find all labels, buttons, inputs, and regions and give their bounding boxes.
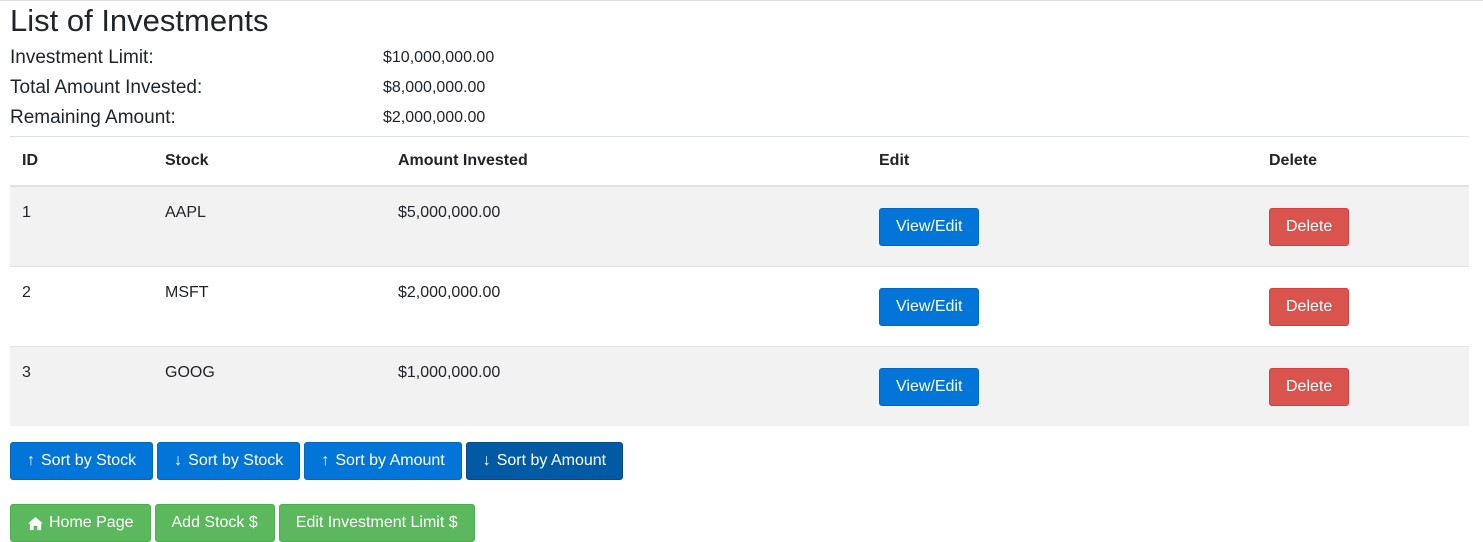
cell-stock: MSFT bbox=[153, 266, 386, 347]
investment-limit-label: Investment Limit: bbox=[10, 47, 154, 68]
total-invested-value: $8,000,000.00 bbox=[383, 79, 486, 96]
arrow-down-icon: ↓ bbox=[174, 452, 183, 469]
investment-summary: Investment Limit: $10,000,000.00 Total A… bbox=[10, 43, 1469, 133]
arrow-up-icon: ↑ bbox=[27, 452, 35, 469]
sort-stock-desc-label: Sort by Stock bbox=[188, 452, 284, 469]
page-container: List of Investments Investment Limit: $1… bbox=[0, 1, 1483, 542]
cell-delete: Delete bbox=[1257, 185, 1469, 267]
home-icon bbox=[28, 516, 43, 530]
cell-edit: View/Edit bbox=[867, 266, 1257, 347]
table-header: ID Stock Amount Invested Edit Delete bbox=[10, 137, 1469, 187]
table-row: 3 GOOG $1,000,000.00 View/Edit Delete bbox=[10, 346, 1469, 426]
cell-edit: View/Edit bbox=[867, 346, 1257, 426]
edit-investment-limit-button[interactable]: Edit Investment Limit $ bbox=[278, 504, 475, 542]
column-header-amount: Amount Invested bbox=[386, 137, 867, 187]
cell-amount: $1,000,000.00 bbox=[386, 346, 867, 426]
column-header-id: ID bbox=[10, 137, 153, 187]
table-row: 2 MSFT $2,000,000.00 View/Edit Delete bbox=[10, 266, 1469, 347]
sort-amount-desc-label: Sort by Amount bbox=[496, 452, 607, 469]
investment-limit-value: $10,000,000.00 bbox=[383, 49, 495, 66]
view-edit-button[interactable]: View/Edit bbox=[879, 207, 980, 246]
table-header-row: ID Stock Amount Invested Edit Delete bbox=[10, 137, 1469, 187]
cell-id: 3 bbox=[10, 346, 153, 426]
sort-toolbar: ↑ Sort by Stock ↓ Sort by Stock ↑ Sort b… bbox=[10, 442, 1469, 480]
cell-amount: $5,000,000.00 bbox=[386, 185, 867, 267]
total-invested-row: Total Amount Invested: $8,000,000.00 bbox=[10, 73, 1469, 103]
sort-stock-asc-button[interactable]: ↑ Sort by Stock bbox=[10, 442, 154, 480]
delete-button[interactable]: Delete bbox=[1269, 207, 1350, 246]
remaining-amount-label: Remaining Amount: bbox=[10, 107, 176, 128]
table-body: 1 AAPL $5,000,000.00 View/Edit Delete 2 … bbox=[10, 185, 1469, 426]
investment-limit-row: Investment Limit: $10,000,000.00 bbox=[10, 43, 1469, 73]
table-row: 1 AAPL $5,000,000.00 View/Edit Delete bbox=[10, 185, 1469, 267]
column-header-delete: Delete bbox=[1257, 137, 1469, 187]
home-page-button[interactable]: Home Page bbox=[10, 504, 151, 542]
view-edit-button[interactable]: View/Edit bbox=[879, 287, 980, 326]
cell-delete: Delete bbox=[1257, 346, 1469, 426]
remaining-amount-value: $2,000,000.00 bbox=[383, 109, 486, 126]
investments-table: ID Stock Amount Invested Edit Delete 1 A… bbox=[10, 137, 1469, 426]
cell-stock: AAPL bbox=[153, 185, 386, 267]
column-header-edit: Edit bbox=[867, 137, 1257, 187]
cell-edit: View/Edit bbox=[867, 185, 1257, 267]
cell-id: 2 bbox=[10, 266, 153, 347]
delete-button[interactable]: Delete bbox=[1269, 287, 1350, 326]
view-edit-button[interactable]: View/Edit bbox=[879, 367, 980, 406]
add-stock-button[interactable]: Add Stock $ bbox=[154, 504, 275, 542]
arrow-down-icon: ↓ bbox=[482, 452, 491, 469]
sort-amount-desc-button[interactable]: ↓ Sort by Amount bbox=[465, 442, 624, 480]
page-title: List of Investments bbox=[10, 3, 269, 38]
column-header-stock: Stock bbox=[153, 137, 386, 187]
cell-id: 1 bbox=[10, 185, 153, 267]
sort-amount-asc-label: Sort by Amount bbox=[335, 452, 445, 469]
sort-amount-asc-button[interactable]: ↑ Sort by Amount bbox=[304, 442, 462, 480]
sort-stock-desc-button[interactable]: ↓ Sort by Stock bbox=[157, 442, 301, 480]
sort-stock-asc-label: Sort by Stock bbox=[41, 452, 137, 469]
cell-stock: GOOG bbox=[153, 346, 386, 426]
arrow-up-icon: ↑ bbox=[321, 452, 330, 469]
nav-toolbar: Home Page Add Stock $ Edit Investment Li… bbox=[10, 504, 1469, 542]
home-page-label: Home Page bbox=[49, 514, 134, 531]
cell-delete: Delete bbox=[1257, 266, 1469, 347]
delete-button[interactable]: Delete bbox=[1269, 367, 1350, 406]
remaining-amount-row: Remaining Amount: $2,000,000.00 bbox=[10, 103, 1469, 133]
cell-amount: $2,000,000.00 bbox=[386, 266, 867, 347]
total-invested-label: Total Amount Invested: bbox=[10, 77, 203, 98]
